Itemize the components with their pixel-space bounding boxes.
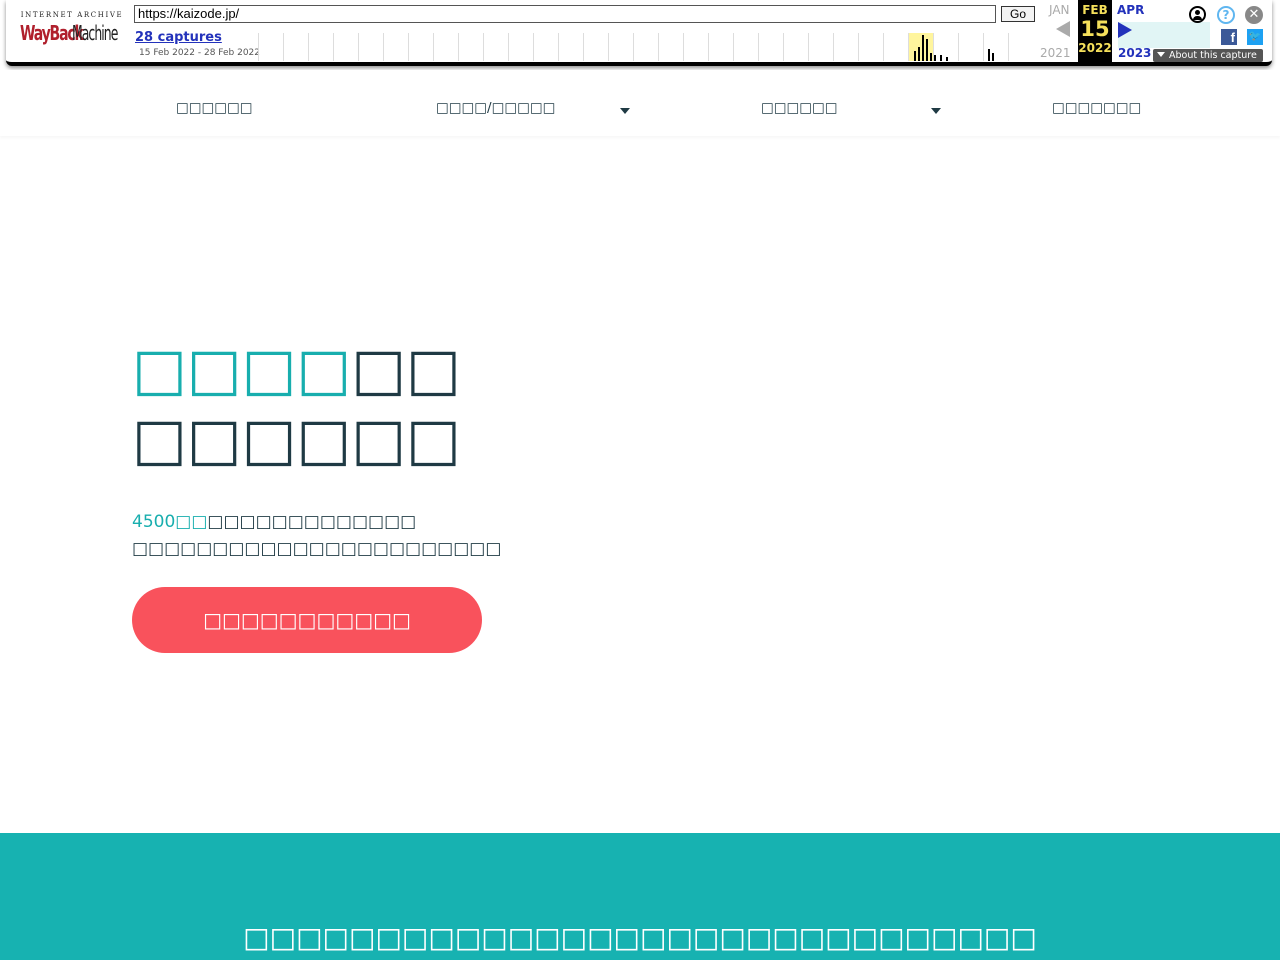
wayback-prev-year[interactable]: 2021	[1040, 46, 1071, 60]
sparkline-capture-bar	[922, 35, 924, 61]
user-icon[interactable]	[1189, 6, 1206, 23]
sparkline-month-divider	[858, 33, 859, 61]
sparkline-month-divider	[808, 33, 809, 61]
wayback-next-year[interactable]: 2023	[1118, 46, 1151, 60]
sparkline-capture-bar	[918, 47, 920, 61]
sparkline-month-divider	[558, 33, 559, 61]
chevron-down-icon[interactable]	[620, 108, 630, 114]
sparkline-month-divider	[783, 33, 784, 61]
help-icon[interactable]: ?	[1217, 6, 1235, 24]
sparkline-month-divider	[533, 33, 534, 61]
sparkline-capture-bar	[914, 51, 916, 61]
nav-item-1[interactable]: □□□□□□	[176, 100, 253, 116]
hero-subtitle-rest: □□□□□□□□□□□□□	[207, 512, 417, 532]
wayback-prev-arrow-icon[interactable]	[1056, 21, 1070, 37]
sparkline-month-divider	[908, 33, 909, 61]
hero-subtitle: 4500□□□□□□□□□□□□□□□ □□□□□□□□□□□□□□□□□□□□…	[132, 509, 501, 563]
sparkline-month-divider	[283, 33, 284, 61]
hero-title-accent: □□□□	[132, 335, 352, 403]
sparkline-month-divider	[358, 33, 359, 61]
wayback-logo-main: WayBack Machine	[20, 21, 124, 49]
wayback-logo-top: INTERNET ARCHIVE	[20, 11, 124, 19]
wayback-url-input[interactable]: https://kaizode.jp/	[134, 5, 996, 23]
hero-subtitle-line-1: 4500□□□□□□□□□□□□□□□	[132, 509, 501, 536]
sparkline-month-divider	[583, 33, 584, 61]
hero-title-line-2: □□□□□□	[132, 405, 461, 473]
hero-subtitle-number: 4500	[132, 512, 176, 532]
nav-item-4[interactable]: □□□□□□□	[1052, 100, 1141, 116]
nav-item-3[interactable]: □□□□□□	[761, 100, 838, 116]
wayback-current-day: 15	[1080, 17, 1110, 41]
wayback-toolbar: INTERNET ARCHIVE WayBack Machine https:/…	[6, 0, 1272, 66]
sparkline-capture-bar	[930, 53, 932, 61]
wayback-current-year: 2022	[1078, 41, 1112, 55]
wayback-go-button[interactable]: Go	[1001, 6, 1035, 22]
hero-title-line-1: □□□□□□	[132, 334, 461, 404]
wayback-next-arrow-icon[interactable]	[1118, 22, 1132, 38]
sparkline-month-divider	[658, 33, 659, 61]
cta-button[interactable]: □□□□□□□□□□□	[132, 587, 482, 653]
sparkline-capture-bar	[946, 57, 948, 61]
sparkline-month-divider	[708, 33, 709, 61]
wayback-current-month: FEB	[1082, 3, 1108, 17]
sparkline-capture-bar	[940, 55, 942, 61]
about-capture-button[interactable]: About this capture	[1153, 49, 1263, 62]
sparkline-capture-bar	[934, 55, 936, 61]
sparkline-month-divider	[883, 33, 884, 61]
hero-title: □□□□□□ □□□□□□	[132, 334, 461, 474]
sparkline-month-divider	[758, 33, 759, 61]
nav-item-2[interactable]: □□□□/□□□□□	[436, 100, 555, 116]
wayback-logo-machine: Machine	[72, 21, 118, 45]
feature-band-heading: □□□□□□□□□□□□□□□□□□□□□□□□□□□□□□	[243, 921, 1037, 954]
sparkline-month-divider	[483, 33, 484, 61]
hero-subtitle-line-2: □□□□□□□□□□□□□□□□□□□□□□□	[132, 539, 502, 559]
sparkline-month-divider	[458, 33, 459, 61]
wayback-captures-link[interactable]: 28 captures	[135, 30, 222, 45]
sparkline-month-divider	[408, 33, 409, 61]
site-nav: □□□□□□ □□□□/□□□□□ □□□□□□ □□□□□□□	[0, 70, 1280, 136]
about-capture-label: About this capture	[1169, 50, 1257, 61]
sparkline-month-divider	[608, 33, 609, 61]
twitter-icon[interactable]: 🐦	[1247, 29, 1263, 45]
sparkline-month-divider	[733, 33, 734, 61]
facebook-icon[interactable]: f	[1221, 29, 1237, 45]
sparkline-month-divider	[683, 33, 684, 61]
sparkline-month-divider	[258, 33, 259, 61]
sparkline-month-divider	[333, 33, 334, 61]
hero-title-rest: □□	[351, 335, 461, 403]
sparkline-month-divider	[508, 33, 509, 61]
sparkline-capture-bar	[992, 53, 994, 61]
sparkline-month-divider	[833, 33, 834, 61]
sparkline-capture-bar	[926, 39, 928, 61]
close-icon[interactable]: ✕	[1245, 6, 1263, 24]
sparkline-capture-bar	[988, 49, 990, 61]
sparkline-month-divider	[983, 33, 984, 61]
wayback-date-range: 15 Feb 2022 - 28 Feb 2022	[139, 48, 260, 58]
chevron-down-icon	[1157, 52, 1165, 57]
sparkline-month-divider	[633, 33, 634, 61]
hero-subtitle-unit: □□	[175, 512, 208, 532]
sparkline-month-divider	[433, 33, 434, 61]
chevron-down-icon[interactable]	[931, 108, 941, 114]
wayback-next-month[interactable]: APR	[1117, 3, 1144, 17]
sparkline-month-divider	[383, 33, 384, 61]
wayback-logo[interactable]: INTERNET ARCHIVE WayBack Machine	[20, 8, 124, 52]
wayback-sparkline[interactable]	[258, 33, 1036, 61]
sparkline-month-divider	[958, 33, 959, 61]
feature-band: □□□□□□□□□□□□□□□□□□□□□□□□□□□□□□	[0, 833, 1280, 960]
sparkline-month-divider	[308, 33, 309, 61]
wayback-current-date: FEB 15 2022	[1078, 0, 1112, 62]
wayback-prev-month[interactable]: JAN	[1049, 3, 1070, 17]
sparkline-month-divider	[1008, 33, 1009, 61]
